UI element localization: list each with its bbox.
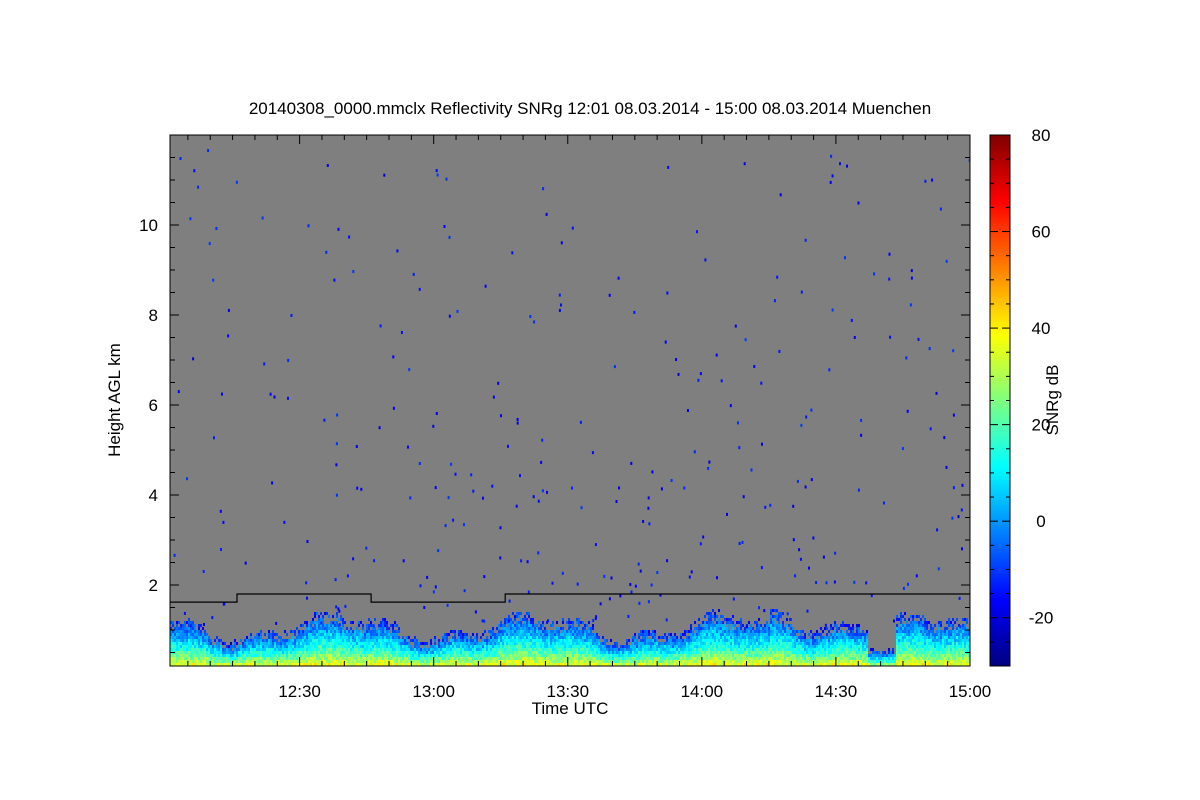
x-tick-label: 15:00 — [949, 682, 992, 701]
y-tick-label: 4 — [149, 486, 158, 505]
y-tick-label: 10 — [139, 216, 158, 235]
y-axis-label: Height AGL km — [105, 343, 124, 457]
x-tick-label: 14:30 — [815, 682, 858, 701]
x-axis-label: Time UTC — [532, 699, 609, 718]
colorbar-tick-label: 0 — [1036, 512, 1045, 531]
colorbar-tick-label: 60 — [1032, 223, 1051, 242]
x-tick-label: 13:00 — [412, 682, 455, 701]
y-tick-label: 8 — [149, 306, 158, 325]
colorbar-tick-label: 40 — [1032, 319, 1051, 338]
radar-chart: 20140308_0000.mmclx Reflectivity SNRg 12… — [105, 99, 1062, 718]
x-tick-label: 14:00 — [681, 682, 724, 701]
chart-title: 20140308_0000.mmclx Reflectivity SNRg 12… — [249, 99, 931, 118]
colorbar-tick-label: 80 — [1032, 126, 1051, 145]
colorbar-tick-label: -20 — [1029, 609, 1054, 628]
y-tick-label: 6 — [149, 396, 158, 415]
y-tick-label: 2 — [149, 576, 158, 595]
colorbar-label: SNRg dB — [1043, 365, 1062, 436]
plot-background — [170, 135, 970, 666]
x-tick-label: 12:30 — [278, 682, 321, 701]
